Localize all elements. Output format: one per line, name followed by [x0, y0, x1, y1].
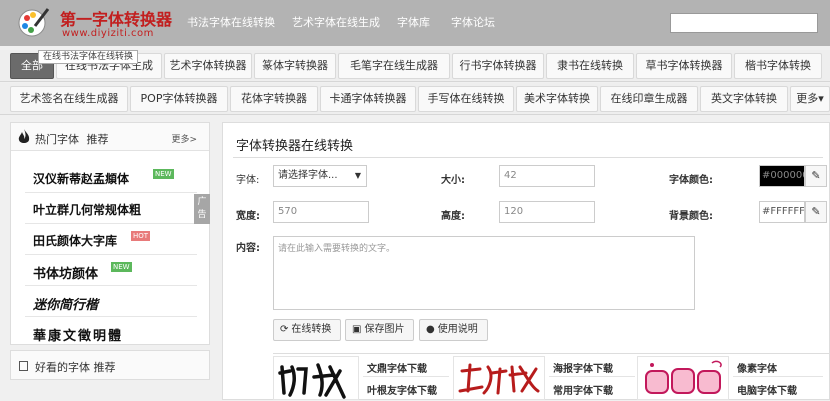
- hot-fonts-title: 热门字体 推荐: [35, 133, 109, 146]
- showcase-link-1[interactable]: 文鼎字体下载: [367, 360, 427, 375]
- font-label: 字体:: [236, 175, 260, 186]
- font-item-0[interactable]: 汉仪新蒂赵孟頫体 NEW: [25, 163, 197, 193]
- font-item-4[interactable]: 迷你简行楷: [25, 287, 197, 317]
- showcase-link-6[interactable]: 电脑字体下载: [737, 382, 797, 397]
- nav-handwriting[interactable]: 手写体在线转换: [418, 86, 514, 112]
- showcase-link-2[interactable]: 叶根友字体下载: [367, 382, 437, 397]
- bg-color-input[interactable]: #FFFFFF: [759, 201, 805, 223]
- font-item-1[interactable]: 叶立群几何常规体粗: [25, 194, 197, 224]
- hot-fonts-more-link[interactable]: 更多>: [171, 132, 197, 145]
- showcase-divider: [549, 376, 635, 377]
- converter-title: 字体转换器在线转换: [236, 139, 354, 154]
- topnav-art-font[interactable]: 艺术字体在线生成: [292, 14, 380, 30]
- nav-english-font[interactable]: 英文字体转换: [700, 86, 788, 112]
- list-icon: [19, 361, 28, 371]
- top-bar: 第一字体转换器 www.diyiziti.com 书法字体在线转换 艺术字体在线…: [0, 0, 830, 46]
- font-item-5[interactable]: 華康文徵明體: [25, 318, 197, 348]
- nav-regular-script[interactable]: 楷书字体转换: [734, 53, 822, 79]
- showcase-divider: [363, 376, 449, 377]
- title-divider: [233, 157, 823, 158]
- nav-running-script[interactable]: 行书字体转换器: [452, 53, 544, 79]
- nav-art-lettering[interactable]: 美术字体转换: [516, 86, 598, 112]
- font-item-3[interactable]: 书体坊颜体 NEW: [25, 256, 197, 286]
- font-color-label: 字体颜色:: [669, 175, 713, 186]
- brush-logo-icon: [18, 8, 50, 37]
- font-showcase: 文鼎字体下载 叶根友字体下载 海报字体下载 常用字体下载 像素字体 电脑字体下载: [273, 353, 829, 401]
- nav-more[interactable]: 更多▾: [790, 86, 830, 112]
- content-textarea[interactable]: 请在此输入需要转换的文字。: [273, 236, 695, 310]
- showcase-link-4[interactable]: 常用字体下载: [553, 382, 613, 397]
- nav-fancy-font[interactable]: 花体字转换器: [230, 86, 318, 112]
- convert-button[interactable]: ⟳ 在线转换: [273, 319, 342, 341]
- showcase-link-3[interactable]: 海报字体下载: [553, 360, 613, 375]
- nice-fonts-panel: 好看的字体 推荐: [10, 350, 210, 380]
- height-input[interactable]: 120: [499, 201, 595, 223]
- nice-fonts-title: 好看的字体 推荐: [35, 361, 116, 374]
- logo-title: 第一字体转换器: [60, 10, 173, 29]
- content-label: 内容:: [236, 243, 260, 254]
- showcase-image-1[interactable]: [273, 356, 359, 400]
- showcase-link-5[interactable]: 像素字体: [737, 360, 777, 375]
- flame-icon: [18, 129, 30, 143]
- nav-brush-font[interactable]: 毛笔字在线生成器: [338, 53, 450, 79]
- nav-cursive-script[interactable]: 草书字体转换器: [636, 53, 732, 79]
- hot-badge: HOT: [131, 231, 151, 241]
- showcase-image-2[interactable]: [453, 356, 545, 400]
- new-badge: NEW: [111, 262, 132, 272]
- width-input[interactable]: 570: [273, 201, 369, 223]
- logo-url: www.diyiziti.com: [62, 28, 154, 39]
- showcase-image-3[interactable]: [637, 356, 729, 400]
- refresh-icon: ⟳: [280, 324, 289, 335]
- new-badge: NEW: [153, 169, 174, 179]
- bg-color-label: 背景颜色:: [669, 211, 713, 222]
- font-item-2[interactable]: 田氏颜体大字库 HOT: [25, 225, 197, 255]
- topnav-calligraphy[interactable]: 书法字体在线转换: [187, 14, 275, 30]
- chevron-down-icon: ▼: [354, 171, 361, 180]
- hot-fonts-panel: 热门字体 推荐 更多> 汉仪新蒂赵孟頫体 NEW 叶立群几何常规体粗 田氏颜体大…: [10, 122, 210, 345]
- font-select[interactable]: 请选择字体... ▼: [273, 165, 367, 187]
- save-image-button[interactable]: ▣ 保存图片: [345, 319, 415, 341]
- calligraphy-sample-1: [278, 363, 346, 399]
- topnav-forum[interactable]: 字体论坛: [451, 14, 495, 30]
- topnav-font-library[interactable]: 字体库: [397, 14, 430, 30]
- nav-pop-font[interactable]: POP字体转换器: [130, 86, 228, 112]
- search-input[interactable]: [670, 13, 818, 33]
- font-color-input[interactable]: #000000: [759, 165, 805, 187]
- showcase-divider: [733, 376, 823, 377]
- category-nav-row-2: 艺术签名在线生成器 POP字体转换器 花体字转换器 卡通字体转换器 手写体在线转…: [0, 83, 830, 115]
- help-button[interactable]: ● 使用说明: [419, 319, 488, 341]
- nav-seal-script[interactable]: 篆体字转换器: [254, 53, 336, 79]
- site-logo[interactable]: 第一字体转换器 www.diyiziti.com: [18, 4, 172, 42]
- converter-panel: 字体转换器在线转换 字体: 请选择字体... ▼ 大小: 42 字体颜色: #0…: [222, 122, 830, 400]
- width-label: 宽度:: [236, 211, 260, 222]
- nav-tooltip: 在线书法字体在线转换: [38, 50, 139, 64]
- nav-signature[interactable]: 艺术签名在线生成器: [10, 86, 128, 112]
- info-icon: ●: [426, 324, 435, 335]
- cartoon-sample-3: [645, 360, 722, 394]
- nav-clerical-script[interactable]: 隶书在线转换: [546, 53, 634, 79]
- bg-color-edit-button[interactable]: ✎: [805, 201, 827, 223]
- size-input[interactable]: 42: [499, 165, 595, 187]
- size-label: 大小:: [441, 175, 465, 186]
- hot-fonts-header: 热门字体 推荐 更多>: [11, 123, 209, 151]
- nav-cartoon-font[interactable]: 卡通字体转换器: [320, 86, 416, 112]
- nav-art-font[interactable]: 艺术字体转换器: [164, 53, 252, 79]
- height-label: 高度:: [441, 211, 465, 222]
- image-icon: ▣: [352, 324, 362, 335]
- font-color-edit-button[interactable]: ✎: [805, 165, 827, 187]
- nav-seal-generator[interactable]: 在线印章生成器: [600, 86, 698, 112]
- ad-label[interactable]: 广告: [194, 194, 210, 224]
- calligraphy-sample-2: [458, 363, 540, 395]
